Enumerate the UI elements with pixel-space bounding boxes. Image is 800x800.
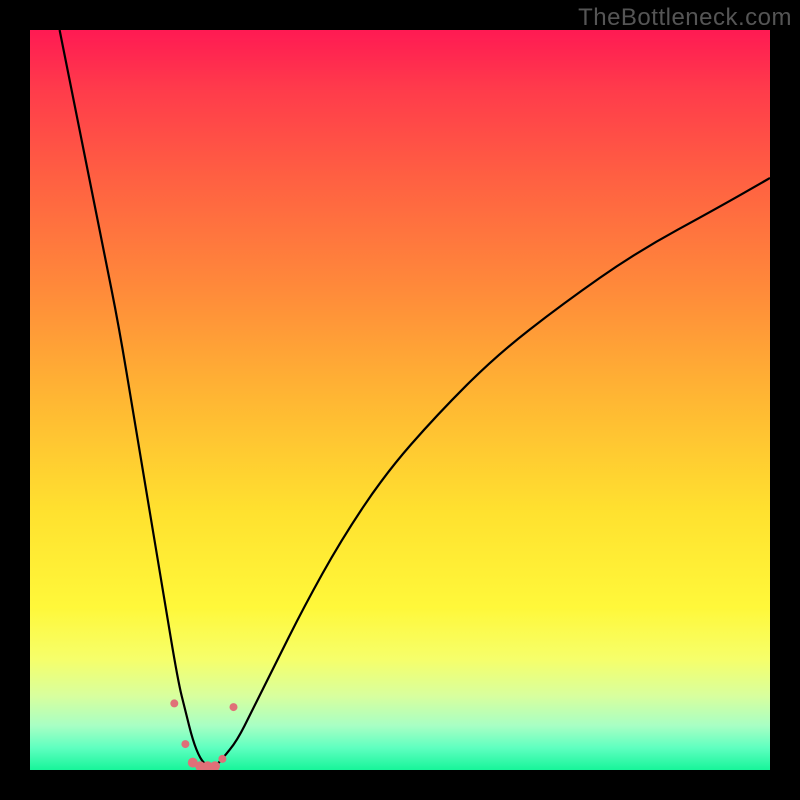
bottleneck-curve <box>60 30 770 766</box>
curve-marker <box>170 699 178 707</box>
curve-marker <box>181 740 189 748</box>
curve-svg <box>30 30 770 770</box>
chart-frame: TheBottleneck.com <box>0 0 800 800</box>
watermark-text: TheBottleneck.com <box>578 4 792 32</box>
curve-marker <box>203 761 213 770</box>
curve-marker <box>195 761 205 770</box>
curve-marker <box>210 761 220 770</box>
curve-marker <box>218 755 226 763</box>
curve-marker <box>230 703 238 711</box>
curve-markers <box>170 699 237 770</box>
curve-marker <box>188 758 198 768</box>
plot-area <box>30 30 770 770</box>
